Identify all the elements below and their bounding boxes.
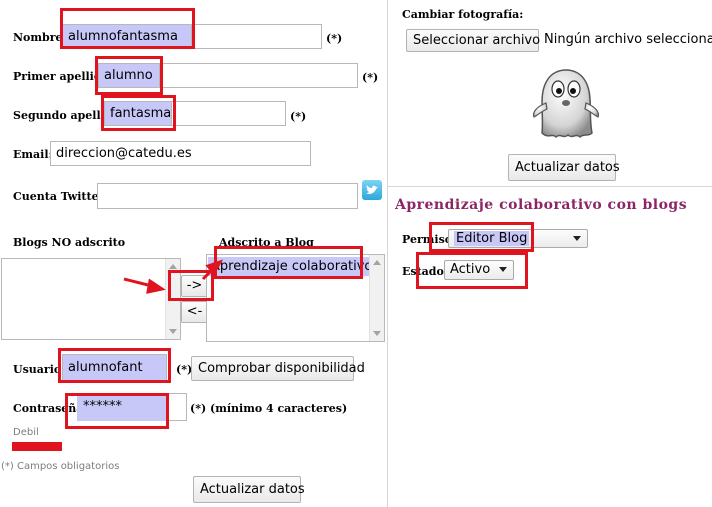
arrow-head-add <box>146 278 166 294</box>
annotation-arrows <box>123 259 224 294</box>
